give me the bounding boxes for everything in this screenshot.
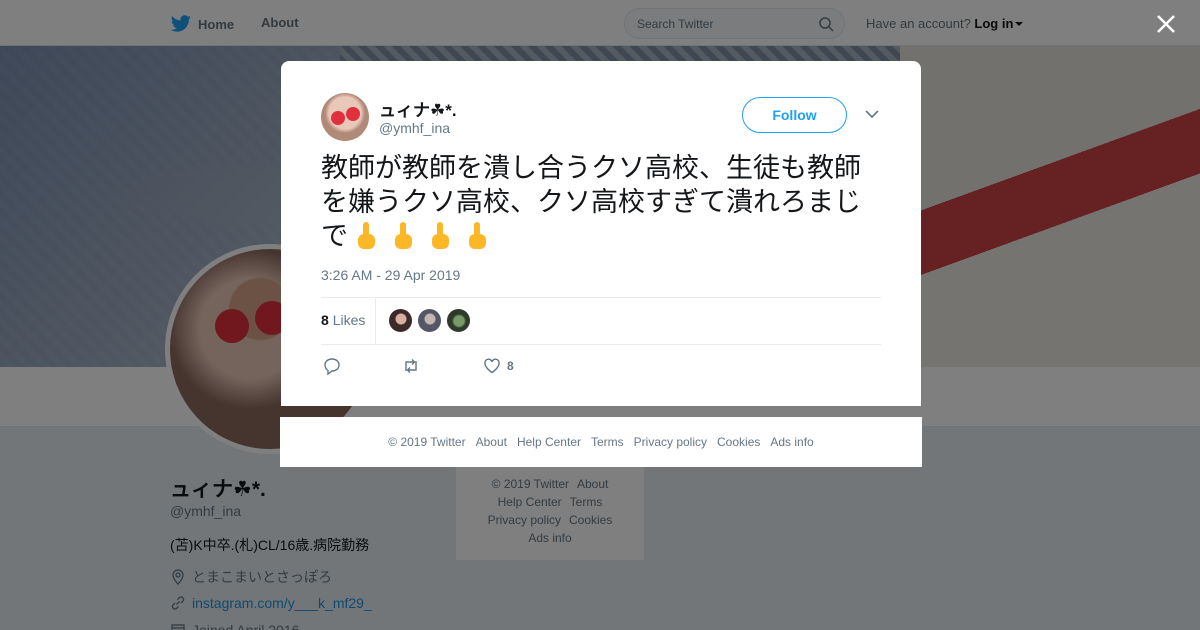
likes-label: Likes xyxy=(332,312,366,328)
footer-terms-link[interactable]: Terms xyxy=(591,435,624,449)
like-count: 8 xyxy=(507,359,514,373)
follow-button[interactable]: Follow xyxy=(742,97,847,133)
chevron-down-icon[interactable] xyxy=(865,109,879,119)
modal-footer: © 2019 Twitter About Help Center Terms P… xyxy=(280,417,922,467)
tweet-author-avatar[interactable] xyxy=(321,93,369,141)
retweet-icon xyxy=(405,359,417,373)
divider xyxy=(321,344,881,345)
middle-finger-emoji-icon xyxy=(469,222,486,249)
retweet-button[interactable] xyxy=(402,357,420,375)
tweet-author-name[interactable]: ュィナ☘*. xyxy=(379,96,457,121)
middle-finger-emoji-icon xyxy=(395,222,412,249)
reply-button[interactable] xyxy=(323,357,341,375)
middle-finger-emoji-icon xyxy=(358,222,375,249)
likes-count: 8 xyxy=(321,312,329,328)
tweet-author-handle[interactable]: @ymhf_ina xyxy=(379,120,450,136)
heart-sticker-icon xyxy=(346,107,360,121)
tweet-timestamp[interactable]: 3:26 AM - 29 Apr 2019 xyxy=(321,267,460,283)
middle-finger-emoji-icon xyxy=(432,222,449,249)
tweet-text: 教師が教師を潰し合うクソ高校、生徒も教師を嫌うクソ高校、クソ高校すぎて潰れろまじ… xyxy=(321,152,886,254)
heart-icon xyxy=(484,358,500,374)
footer-ads-link[interactable]: Ads info xyxy=(770,435,813,449)
liker-avatar[interactable] xyxy=(417,308,442,333)
liker-avatar[interactable] xyxy=(446,308,471,333)
footer-help-link[interactable]: Help Center xyxy=(517,435,581,449)
likes-stat[interactable]: 8 Likes xyxy=(321,312,365,328)
reply-icon xyxy=(324,358,340,375)
footer-copyright: © 2019 Twitter xyxy=(388,435,466,449)
like-button[interactable]: 8 xyxy=(483,357,514,375)
divider xyxy=(375,298,376,344)
divider xyxy=(321,297,881,298)
close-icon[interactable] xyxy=(1154,12,1178,36)
footer-cookies-link[interactable]: Cookies xyxy=(717,435,760,449)
footer-about-link[interactable]: About xyxy=(476,435,507,449)
tweet-emoji xyxy=(354,220,502,254)
footer-privacy-link[interactable]: Privacy policy xyxy=(634,435,707,449)
heart-sticker-icon xyxy=(331,111,345,125)
tweet-modal: ュィナ☘*. @ymhf_ina Follow 教師が教師を潰し合うクソ高校、生… xyxy=(281,61,921,406)
liker-avatar[interactable] xyxy=(388,308,413,333)
